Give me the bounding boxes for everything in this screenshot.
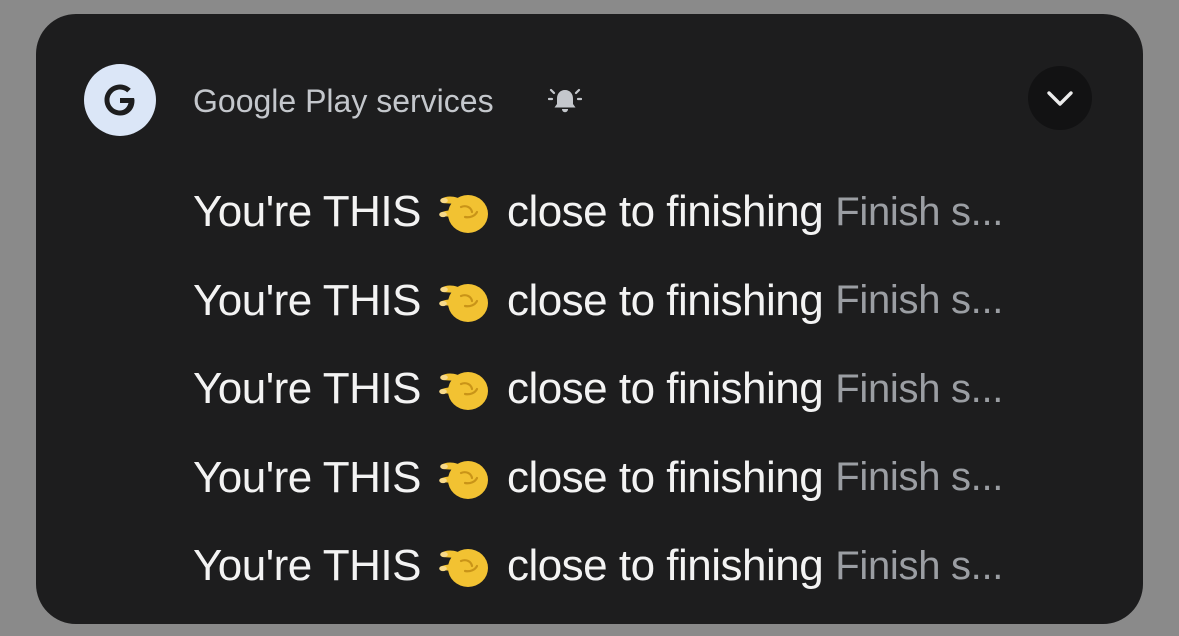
message-title-start: You're THIS (193, 452, 421, 502)
message-preview: Finish s... (835, 189, 1004, 234)
bell-ringing-icon (548, 88, 582, 113)
notification-card[interactable]: Google Play services You're THIS close t… (36, 14, 1143, 624)
pinching-hand-emoji-icon (439, 549, 488, 588)
message-preview: Finish s... (835, 455, 1004, 500)
message-title-end: close to finishing (506, 452, 824, 502)
message-title-end: close to finishing (506, 275, 824, 325)
chevron-down-icon (1047, 91, 1073, 106)
message-title-start: You're THIS (193, 187, 421, 237)
message-preview: Finish s... (835, 366, 1004, 411)
pinching-hand-emoji-icon (439, 283, 488, 322)
message-title-end: close to finishing (506, 187, 824, 237)
pinching-hand-emoji-icon (439, 195, 488, 234)
message-list: You're THIS close to finishing Finish s.… (193, 168, 1113, 611)
message-row[interactable]: You're THIS close to finishing Finish s.… (193, 345, 1113, 434)
pinching-hand-emoji-icon (439, 372, 488, 411)
expand-button[interactable] (1028, 66, 1092, 130)
message-row[interactable]: You're THIS close to finishing Finish s.… (193, 168, 1113, 257)
pinching-hand-emoji-icon (439, 460, 488, 499)
message-title-start: You're THIS (193, 275, 421, 325)
google-g-icon (84, 64, 156, 136)
message-title-end: close to finishing (506, 364, 824, 414)
message-title-start: You're THIS (193, 541, 421, 591)
message-preview: Finish s... (835, 278, 1004, 323)
message-preview: Finish s... (835, 543, 1004, 588)
message-row[interactable]: You're THIS close to finishing Finish s.… (193, 434, 1113, 523)
app-name: Google Play services (193, 83, 494, 119)
message-row[interactable]: You're THIS close to finishing Finish s.… (193, 257, 1113, 346)
message-row[interactable]: You're THIS close to finishing Finish s.… (193, 522, 1113, 611)
message-title-start: You're THIS (193, 364, 421, 414)
message-title-end: close to finishing (506, 541, 824, 591)
